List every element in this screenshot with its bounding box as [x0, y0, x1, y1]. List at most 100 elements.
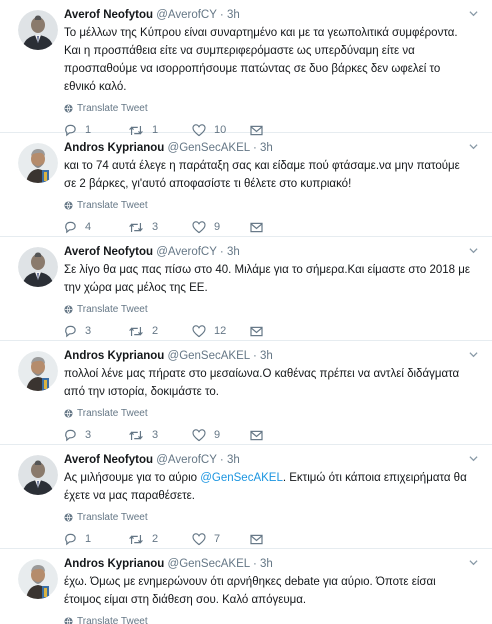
- avatar[interactable]: [18, 10, 58, 50]
- author-name[interactable]: Andros Kyprianou: [64, 142, 164, 154]
- mention-link[interactable]: @GenSecAKEL: [200, 472, 283, 484]
- translate-tweet-link[interactable]: Translate Tweet: [64, 407, 478, 420]
- translate-tweet-link[interactable]: Translate Tweet: [64, 511, 478, 524]
- chevron-down-icon[interactable]: [469, 558, 478, 567]
- text-line: Ας μιλήσουμε για το αύριο @GenSecAKEL. Ε…: [64, 469, 478, 487]
- tweet[interactable]: Andros Kyprianou @GenSecAKEL · 3h έχω. Ό…: [0, 549, 492, 624]
- heart-icon: [192, 428, 206, 441]
- tweet-header: Andros Kyprianou @GenSecAKEL · 3h: [64, 348, 478, 364]
- tweet[interactable]: Averof Neofytou @AverofCY · 3h Ας μιλήσο…: [0, 445, 492, 549]
- text-line: πολλοί λένε μας πήρατε στο μεσαίωνα.Ο κα…: [64, 368, 460, 380]
- timestamp[interactable]: 3h: [260, 558, 273, 570]
- text-segment: . Εκτιμώ ότι κάποια επιχειρήματα θα: [282, 472, 467, 484]
- heart-icon: [192, 532, 206, 545]
- text-line: εθνικό καλό.: [64, 81, 127, 93]
- tweet[interactable]: Averof Neofytou @AverofCY · 3h Σε λίγο θ…: [0, 237, 492, 341]
- author-handle[interactable]: @GenSecAKEL: [168, 142, 250, 154]
- separator: ·: [219, 454, 224, 466]
- separator: ·: [252, 558, 257, 570]
- author-name[interactable]: Averof Neofytou: [64, 246, 153, 258]
- author-name[interactable]: Andros Kyprianou: [64, 558, 164, 570]
- text-line: Και η προσπάθεια είτε να συμπεριφερόμαστ…: [64, 45, 415, 57]
- tweet-body: Andros Kyprianou @GenSecAKEL · 3h και το…: [64, 140, 478, 234]
- text-line: Σε λίγο θα μας πας πίσω στο 40. Μιλάμε γ…: [64, 264, 470, 276]
- dm-button[interactable]: [250, 222, 314, 233]
- like-button[interactable]: 9: [192, 428, 250, 442]
- avatar[interactable]: [18, 559, 58, 599]
- avatar[interactable]: [18, 455, 58, 495]
- dm-button[interactable]: [250, 430, 314, 441]
- reply-button[interactable]: 3: [64, 429, 128, 442]
- tweet-feed: Averof Neofytou @AverofCY · 3h Το μέλλων…: [0, 0, 492, 624]
- retweet-icon: [129, 222, 143, 232]
- retweet-icon: [129, 430, 143, 440]
- tweet-actions: 3 3 9: [64, 428, 478, 442]
- text-line: και το 74 αυτά έλεγε η παράταξη σας και …: [64, 160, 460, 172]
- author-handle[interactable]: @GenSecAKEL: [168, 350, 250, 362]
- timestamp[interactable]: 3h: [260, 350, 273, 362]
- text-segment: Ας μιλήσουμε για το αύριο: [64, 472, 201, 484]
- reply-count: 4: [85, 221, 92, 233]
- timestamp[interactable]: 3h: [260, 142, 273, 154]
- like-button[interactable]: 7: [192, 532, 250, 546]
- author-handle[interactable]: @AverofCY: [156, 246, 216, 258]
- like-button[interactable]: 12: [192, 324, 250, 338]
- tweet[interactable]: Averof Neofytou @AverofCY · 3h Το μέλλων…: [0, 0, 492, 136]
- dm-button[interactable]: [250, 534, 314, 545]
- translate-tweet-link[interactable]: Translate Tweet: [64, 199, 478, 212]
- author-handle[interactable]: @AverofCY: [156, 454, 216, 466]
- like-count: 9: [214, 429, 221, 441]
- chevron-down-icon[interactable]: [469, 142, 478, 151]
- chevron-down-icon[interactable]: [469, 9, 478, 18]
- envelope-icon: [250, 430, 263, 440]
- timestamp[interactable]: 3h: [227, 9, 240, 21]
- text-line: από την ιστορία, δοκιμάστε το.: [64, 386, 219, 398]
- globe-icon: [64, 305, 73, 314]
- chevron-down-icon[interactable]: [469, 454, 478, 463]
- author-name[interactable]: Andros Kyprianou: [64, 350, 164, 362]
- tweet-text: Ας μιλήσουμε για το αύριο @GenSecAKEL. Ε…: [64, 469, 478, 505]
- text-line: προσπαθούμε να ισορροπήσουμε πατώντας σε…: [64, 63, 441, 75]
- tweet-header: Averof Neofytou @AverofCY · 3h: [64, 244, 478, 260]
- separator: ·: [219, 246, 224, 258]
- dm-button[interactable]: [250, 326, 314, 337]
- reply-button[interactable]: 3: [64, 325, 128, 338]
- timestamp[interactable]: 3h: [227, 246, 240, 258]
- reply-button[interactable]: 1: [64, 533, 128, 546]
- text-line: έτοιμος είμαι στη διάθεση σου. Καλό απόγ…: [64, 594, 307, 606]
- avatar[interactable]: [18, 247, 58, 287]
- author-name[interactable]: Averof Neofytou: [64, 9, 153, 21]
- translate-label: Translate Tweet: [77, 512, 148, 523]
- translate-tweet-link[interactable]: Translate Tweet: [64, 102, 478, 115]
- like-button[interactable]: 9: [192, 220, 250, 234]
- author-name[interactable]: Averof Neofytou: [64, 454, 153, 466]
- tweet-body: Averof Neofytou @AverofCY · 3h Το μέλλων…: [64, 7, 478, 137]
- retweet-button[interactable]: 3: [128, 429, 192, 442]
- tweet[interactable]: Andros Kyprianou @GenSecAKEL · 3h πολλοί…: [0, 341, 492, 445]
- text-line: έχω. Όμως με ενημερώνουν ότι αρνήθηκες d…: [64, 576, 436, 588]
- text-line: Το μέλλων της Κύπρου είναι συναρτημένο κ…: [64, 27, 458, 39]
- separator: ·: [219, 9, 224, 21]
- retweet-button[interactable]: 2: [128, 325, 192, 338]
- author-handle[interactable]: @AverofCY: [156, 9, 216, 21]
- translate-tweet-link[interactable]: Translate Tweet: [64, 303, 478, 316]
- tweet-header: Andros Kyprianou @GenSecAKEL · 3h: [64, 556, 478, 572]
- chevron-down-icon[interactable]: [469, 246, 478, 255]
- chevron-down-icon[interactable]: [469, 350, 478, 359]
- avatar[interactable]: [18, 143, 58, 183]
- avatar[interactable]: [18, 351, 58, 391]
- text-line: σε 2 βάρκες, γι'αυτό αποφασίστε τι θέλετ…: [64, 178, 352, 190]
- translate-tweet-link[interactable]: Translate Tweet: [64, 615, 478, 624]
- like-count: 7: [214, 533, 221, 545]
- timestamp[interactable]: 3h: [227, 454, 240, 466]
- retweet-button[interactable]: 3: [128, 221, 192, 234]
- tweet-body: Andros Kyprianou @GenSecAKEL · 3h πολλοί…: [64, 348, 478, 442]
- retweet-button[interactable]: 2: [128, 533, 192, 546]
- heart-icon: [192, 220, 206, 233]
- tweet[interactable]: Andros Kyprianou @GenSecAKEL · 3h και το…: [0, 133, 492, 237]
- reply-button[interactable]: 4: [64, 221, 128, 234]
- tweet-text: Σε λίγο θα μας πας πίσω στο 40. Μιλάμε γ…: [64, 261, 478, 297]
- tweet-actions: 4 3 9: [64, 220, 478, 234]
- globe-icon: [64, 409, 73, 418]
- author-handle[interactable]: @GenSecAKEL: [168, 558, 250, 570]
